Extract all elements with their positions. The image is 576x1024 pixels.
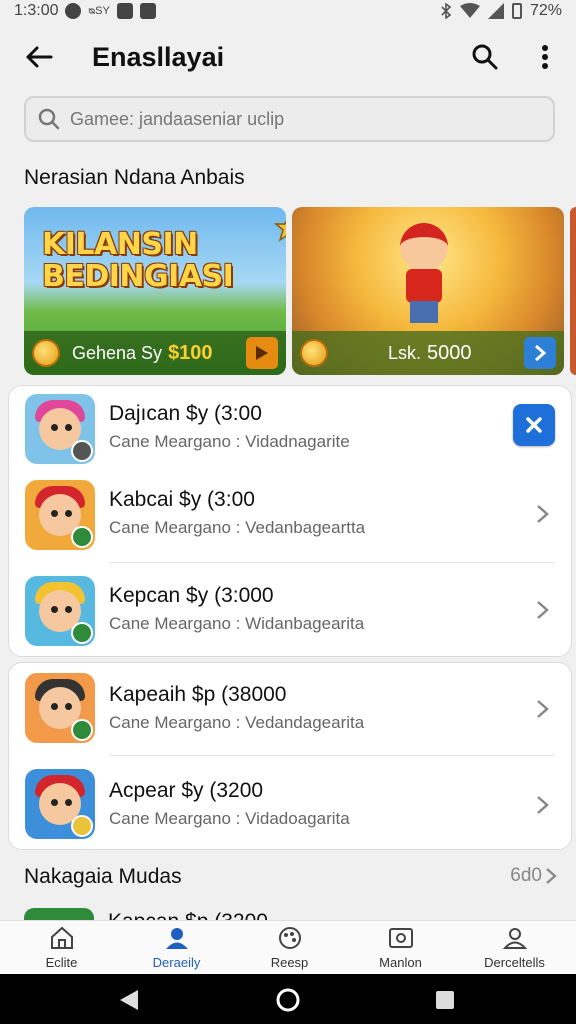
item-subtitle: Cane Meargano : Vidadnagarite [109,432,350,451]
app-icon [25,394,95,464]
chevron-right-icon [537,796,549,814]
game-list-card: Dajıcan $y (3:00 Cane Meargano : Vidadna… [8,385,572,657]
item-title: Dajıcan $y (3:00 [109,402,262,425]
chevron-right-icon [537,700,549,718]
banner-next-button[interactable] [524,337,556,369]
banner-footer: Gehena Sy $100 [24,331,286,375]
person-icon [162,925,192,951]
search-button[interactable] [468,40,502,74]
page-title: Enasllayai [92,42,225,72]
nav-item-home[interactable]: Eclite [4,925,119,973]
nav-label: Derceltells [484,955,545,970]
app-bar: Enasllayai [0,30,576,84]
item-subtitle: Cane Meargano : Vedanbageartta [109,518,366,537]
chevron-right-icon [537,505,549,523]
divider [109,562,555,563]
status-carrier: ᴓSY [88,5,110,17]
badge-icon [274,219,286,242]
back-nav-button[interactable] [116,987,142,1013]
section-title-featured: Nerasian Ndana Anbais [24,166,245,189]
back-triangle-icon [120,990,138,1010]
nav-label: Eclite [45,955,78,970]
arrow-left-icon [26,46,53,68]
nav-item-active[interactable]: Deraeily [119,925,234,973]
status-time: 1:3:00 [14,2,59,19]
account-icon [500,925,530,951]
status-bar: 1:3:00 ᴓSY 72% [0,0,576,22]
banner-play-button[interactable] [246,337,278,369]
item-title: Acpear $y (3200 [109,779,264,802]
see-all-link[interactable]: 6d0 [510,865,558,887]
item-subtitle: Cane Meargano : Vidadoagarita [109,809,350,828]
nav-label: Manlon [379,955,422,970]
search-icon [38,108,60,130]
recents-square-icon [436,991,454,1009]
download-icon [139,3,156,19]
recents-nav-button[interactable] [432,987,458,1013]
banner-headline: KILANSIN BEDINGIASI [42,227,234,294]
banner-label: Lsk. [388,342,422,363]
nav-label: Deraeily [152,955,201,970]
banner-footer: Lsk. 5000 [292,331,564,375]
app-icon [25,769,95,839]
game-list-card: Kapeaih $p (38000 Cane Meargano : Vedand… [8,662,572,850]
list-item[interactable]: Dajıcan $y (3:00 Cane Meargano : Vidadna… [9,386,571,478]
item-subtitle: Cane Meargano : Widanbagearita [109,614,365,633]
banner-price: 5000 [427,341,472,364]
section-title-more: Nakagaia Mudas [24,865,182,888]
featured-banner[interactable]: Lsk. 5000 [292,207,564,375]
banner-label: Gehena Sy [72,342,163,363]
more-vertical-icon [542,45,548,69]
bottom-navigation: Eclite Deraeily Reesp Manlon Derceltells [0,920,576,974]
search-icon [472,44,498,70]
divider [109,755,555,756]
back-button[interactable] [22,40,56,74]
nav-item[interactable]: Manlon [343,925,458,973]
system-navigation-bar [0,974,576,1024]
battery-icon [511,3,522,19]
close-button[interactable] [513,404,555,446]
list-item[interactable]: Kepcan $y (3:000 Cane Meargano : Widanba… [9,562,571,654]
signal-icon [487,3,504,19]
app-icon [25,480,95,550]
nav-label: Reesp [270,955,309,970]
palette-icon [275,925,305,951]
section-count: 6d0 [510,865,542,886]
home-nav-button[interactable] [275,987,301,1013]
list-item[interactable]: Kabcai $y (3:00 Cane Meargano : Vedanbag… [9,472,571,564]
search-input[interactable] [70,108,530,130]
app-icon [25,673,95,743]
list-item[interactable]: Kapeaih $p (38000 Cane Meargano : Vedand… [9,663,571,755]
home-circle-icon [276,988,300,1012]
bluetooth-icon [441,3,452,19]
home-icon [47,925,77,951]
featured-banner[interactable]: KILANSIN BEDINGIASI Gehena Sy $100 [24,207,286,375]
featured-banner-peek[interactable] [570,207,576,375]
notification-icon [65,3,82,19]
chevron-right-icon [535,344,547,362]
coin-icon [300,339,328,367]
item-subtitle: Cane Meargano : Vedandagearita [109,713,365,732]
wifi-icon [459,3,480,18]
item-title: Kapeaih $p (38000 [109,683,287,706]
battery-level: 72% [529,2,562,19]
item-title: Kepcan $y (3:000 [109,584,274,607]
more-options-button[interactable] [528,40,562,74]
camera-icon [386,925,416,951]
search-bar[interactable] [24,96,555,142]
app-icon [25,576,95,646]
chevron-right-icon [537,601,549,619]
item-title: Kabcai $y (3:00 [109,488,255,511]
list-item[interactable]: Acpear $y (3200 Cane Meargano : Vidadoag… [9,755,571,847]
sim-icon [116,3,133,19]
nav-item[interactable]: Derceltells [457,925,572,973]
chevron-right-icon [546,868,557,884]
nav-item[interactable]: Reesp [232,925,347,973]
coin-icon [32,339,60,367]
play-icon [256,346,268,360]
banner-price: $100 [168,341,213,364]
close-icon [526,417,542,433]
character-illustration [392,223,456,323]
